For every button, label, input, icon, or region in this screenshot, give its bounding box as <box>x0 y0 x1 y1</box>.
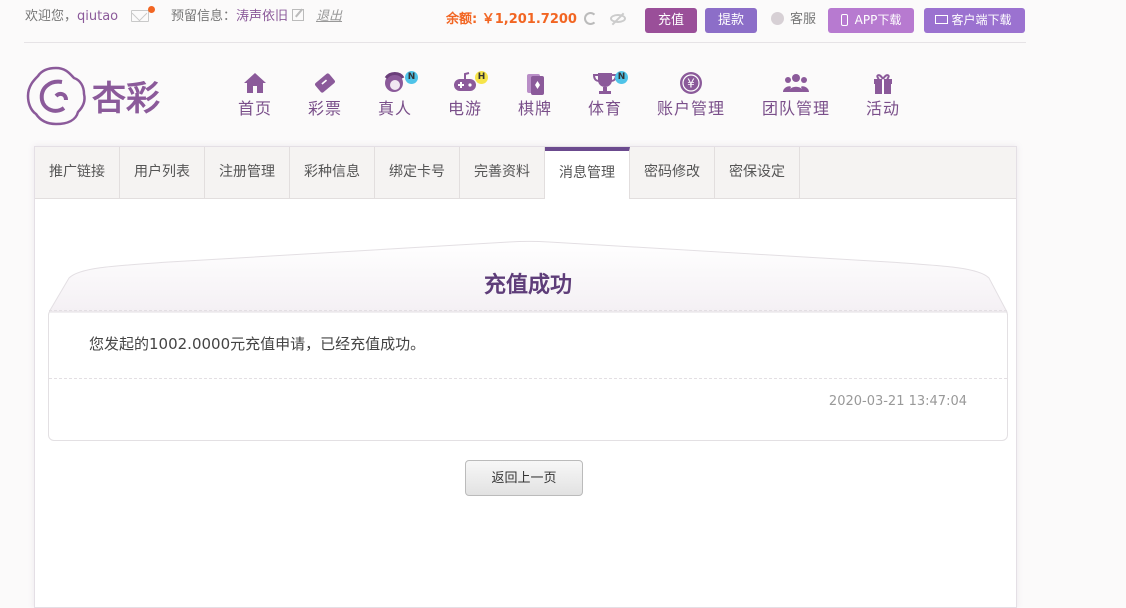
monitor-icon <box>935 15 948 24</box>
new-badge: N <box>405 71 418 84</box>
nav-label: 账户管理 <box>657 99 726 118</box>
withdraw-button[interactable]: 提款 <box>705 8 757 33</box>
content-panel: 推广链接 用户列表 注册管理 彩种信息 绑定卡号 完善资料 消息管理 密码修改 … <box>34 146 1017 608</box>
team-icon <box>783 74 809 92</box>
nav-label: 团队管理 <box>762 99 831 118</box>
trophy-icon <box>592 73 618 94</box>
reserved-info: 预留信息：涛声依旧 <box>171 8 288 26</box>
app-download-button[interactable]: APP下载 <box>828 8 914 33</box>
nav-home[interactable]: 首页 <box>238 70 272 119</box>
balance: 余额: ￥1,201.7200 <box>446 11 577 29</box>
live-dealer-icon <box>384 72 405 92</box>
reserved-value: 涛声依旧 <box>236 9 289 24</box>
welcome-prefix: 欢迎您， <box>25 9 78 24</box>
hide-balance-icon[interactable] <box>610 14 626 23</box>
message-time: 2020-03-21 13:47:04 <box>828 394 967 409</box>
edit-icon[interactable] <box>292 9 304 21</box>
tab-user-list[interactable]: 用户列表 <box>120 147 205 198</box>
message-card: 充值成功 您发起的1002.0000元充值申请，已经充值成功。 2020-03-… <box>48 240 1008 441</box>
nav-label: 活动 <box>865 99 900 118</box>
client-download-label: 客户端下载 <box>951 13 1012 27</box>
cards-icon <box>527 74 544 95</box>
refresh-icon[interactable] <box>584 12 597 25</box>
ticket-icon <box>315 73 335 93</box>
tab-bind-card[interactable]: 绑定卡号 <box>375 147 460 198</box>
nav-live[interactable]: N 真人 <box>377 70 418 119</box>
top-divider <box>24 42 1026 43</box>
back-button[interactable]: 返回上一页 <box>465 460 583 496</box>
recharge-button[interactable]: 充值 <box>645 8 697 33</box>
hot-badge: H <box>475 71 488 84</box>
nav-label: 首页 <box>238 99 273 118</box>
sub-tabs: 推广链接 用户列表 注册管理 彩种信息 绑定卡号 完善资料 消息管理 密码修改 … <box>35 147 1016 199</box>
reserved-label: 预留信息： <box>171 9 237 24</box>
nav-account[interactable]: ¥ 账户管理 <box>657 70 725 119</box>
gamepad-icon <box>454 72 476 91</box>
divider <box>49 378 1007 379</box>
tab-security-question[interactable]: 密保设定 <box>715 147 800 198</box>
tab-lottery-info[interactable]: 彩种信息 <box>290 147 375 198</box>
nav-egame[interactable]: H 电游 <box>447 70 488 119</box>
message-body: 您发起的1002.0000元充值申请，已经充值成功。 <box>89 335 426 353</box>
unread-dot <box>148 6 155 13</box>
nav-team[interactable]: 团队管理 <box>762 70 830 119</box>
top-bar: 欢迎您，qiutao 预留信息：涛声依旧 退出 余额: ￥1,201.7200 … <box>0 0 1126 43</box>
nav-lottery[interactable]: 彩票 <box>307 70 343 119</box>
svg-text:杏彩: 杏彩 <box>92 79 160 119</box>
nav-label: 电游 <box>447 99 482 118</box>
mail-icon[interactable] <box>131 10 149 22</box>
welcome-text: 欢迎您，qiutao <box>25 8 118 26</box>
home-icon <box>244 73 266 93</box>
message-title: 充值成功 <box>483 273 572 298</box>
logout-link[interactable]: 退出 <box>316 8 342 26</box>
site-logo[interactable]: 杏彩 <box>26 66 176 126</box>
tab-register-mgmt[interactable]: 注册管理 <box>205 147 290 198</box>
client-download-button[interactable]: 客户端下载 <box>924 8 1025 33</box>
customer-service-link[interactable]: 客服 <box>790 11 816 29</box>
divider <box>49 310 1007 311</box>
username: qiutao <box>77 9 119 24</box>
tab-profile[interactable]: 完善资料 <box>460 147 545 198</box>
nav-label: 彩票 <box>307 99 342 118</box>
app-download-label: APP下载 <box>854 13 902 27</box>
new-badge: N <box>615 71 628 84</box>
nav-chess[interactable]: 棋牌 <box>517 70 553 119</box>
nav-label: 真人 <box>377 99 412 118</box>
customer-service-icon[interactable] <box>771 12 784 25</box>
gift-icon <box>874 74 892 94</box>
yen-coin-icon: ¥ <box>680 72 702 94</box>
phone-icon <box>841 14 848 26</box>
tab-password[interactable]: 密码修改 <box>630 147 715 198</box>
tab-messages[interactable]: 消息管理 <box>545 147 630 199</box>
balance-value: ￥1,201.7200 <box>481 12 577 27</box>
nav-sports[interactable]: N 体育 <box>587 70 628 119</box>
nav-label: 棋牌 <box>517 99 552 118</box>
tab-promo-link[interactable]: 推广链接 <box>35 147 120 198</box>
balance-label: 余额: <box>446 12 478 27</box>
svg-text:¥: ¥ <box>687 77 695 91</box>
nav-activity[interactable]: 活动 <box>865 70 901 119</box>
nav-label: 体育 <box>587 99 622 118</box>
